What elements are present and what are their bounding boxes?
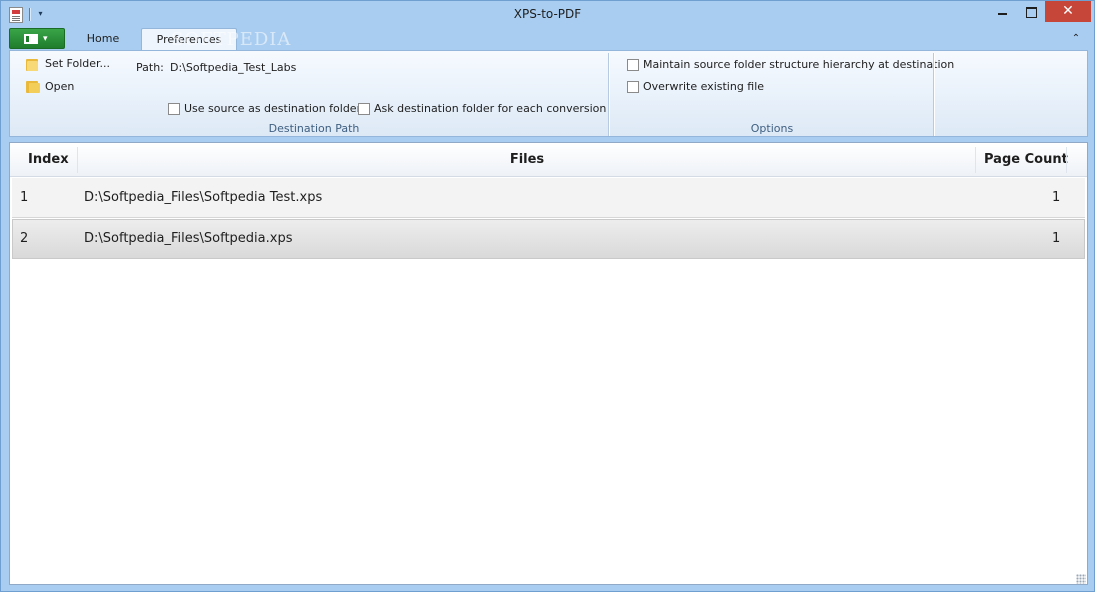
grid-header: Index Files Page Count	[10, 143, 1087, 177]
chevron-down-icon: ▾	[43, 34, 48, 44]
row-file: D:\Softpedia_Files\Softpedia.xps	[84, 231, 293, 246]
group-divider	[608, 53, 609, 136]
row-page-count: 1	[1052, 231, 1061, 246]
app-menu-button[interactable]: ▾	[9, 28, 65, 49]
ask-destination-label: Ask destination folder for each conversi…	[374, 102, 607, 115]
tab-home[interactable]: Home	[73, 28, 133, 51]
column-divider	[1066, 147, 1067, 173]
use-source-checkbox[interactable]	[168, 103, 180, 115]
overwrite-checkbox[interactable]	[627, 81, 639, 93]
set-folder-label: Set Folder...	[45, 57, 111, 70]
resize-grip-icon[interactable]	[1076, 574, 1086, 584]
row-index: 1	[20, 190, 29, 205]
row-index: 2	[20, 231, 29, 246]
maintain-hierarchy-checkbox[interactable]	[627, 59, 639, 71]
path-label: Path:	[136, 61, 164, 74]
maintain-hierarchy-label: Maintain source folder structure hierarc…	[643, 58, 955, 71]
path-value: D:\Softpedia_Test_Labs	[170, 61, 297, 74]
ribbon-collapse-icon[interactable]: ⌃	[1069, 33, 1083, 45]
table-row-selected[interactable]: 2 D:\Softpedia_Files\Softpedia.xps 1	[12, 219, 1085, 259]
close-icon[interactable]: ✕	[1045, 1, 1091, 22]
column-header-page-count[interactable]: Page Count	[984, 143, 1068, 176]
open-folder-icon	[26, 80, 40, 93]
group-divider	[933, 53, 934, 136]
overwrite-label: Overwrite existing file	[643, 80, 765, 93]
table-row[interactable]: 1 D:\Softpedia_Files\Softpedia Test.xps …	[12, 178, 1085, 218]
open-label: Open	[45, 80, 75, 93]
column-header-index[interactable]: Index	[28, 143, 69, 176]
minimize-icon[interactable]	[989, 1, 1016, 22]
options-group-label: Options	[750, 122, 794, 135]
app-menu-icon	[24, 34, 38, 44]
window-title: XPS-to-PDF	[513, 7, 582, 21]
ribbon-tab-strip: ▾ Home Preferences ⌃	[1, 28, 1094, 51]
maximize-icon[interactable]	[1017, 1, 1044, 22]
title-bar: ▾ XPS-to-PDF ✕	[1, 1, 1094, 28]
ask-destination-checkbox[interactable]	[358, 103, 370, 115]
folder-icon	[26, 58, 38, 71]
use-source-label: Use source as destination folder	[184, 102, 362, 115]
column-divider	[975, 147, 976, 173]
row-file: D:\Softpedia_Files\Softpedia Test.xps	[84, 190, 323, 205]
application-window: ▾ XPS-to-PDF ✕ ▾ Home Preferences ⌃ SOFT…	[0, 0, 1095, 592]
tab-preferences[interactable]: Preferences	[141, 28, 237, 51]
file-grid: Index Files Page Count 1 D:\Softpedia_Fi…	[9, 142, 1088, 585]
row-page-count: 1	[1052, 190, 1061, 205]
column-header-files[interactable]: Files	[78, 143, 976, 176]
destination-path-group-label: Destination Path	[268, 122, 360, 135]
ribbon-panel: Set Folder... Open Path: D:\Softpedia_Te…	[9, 50, 1088, 137]
